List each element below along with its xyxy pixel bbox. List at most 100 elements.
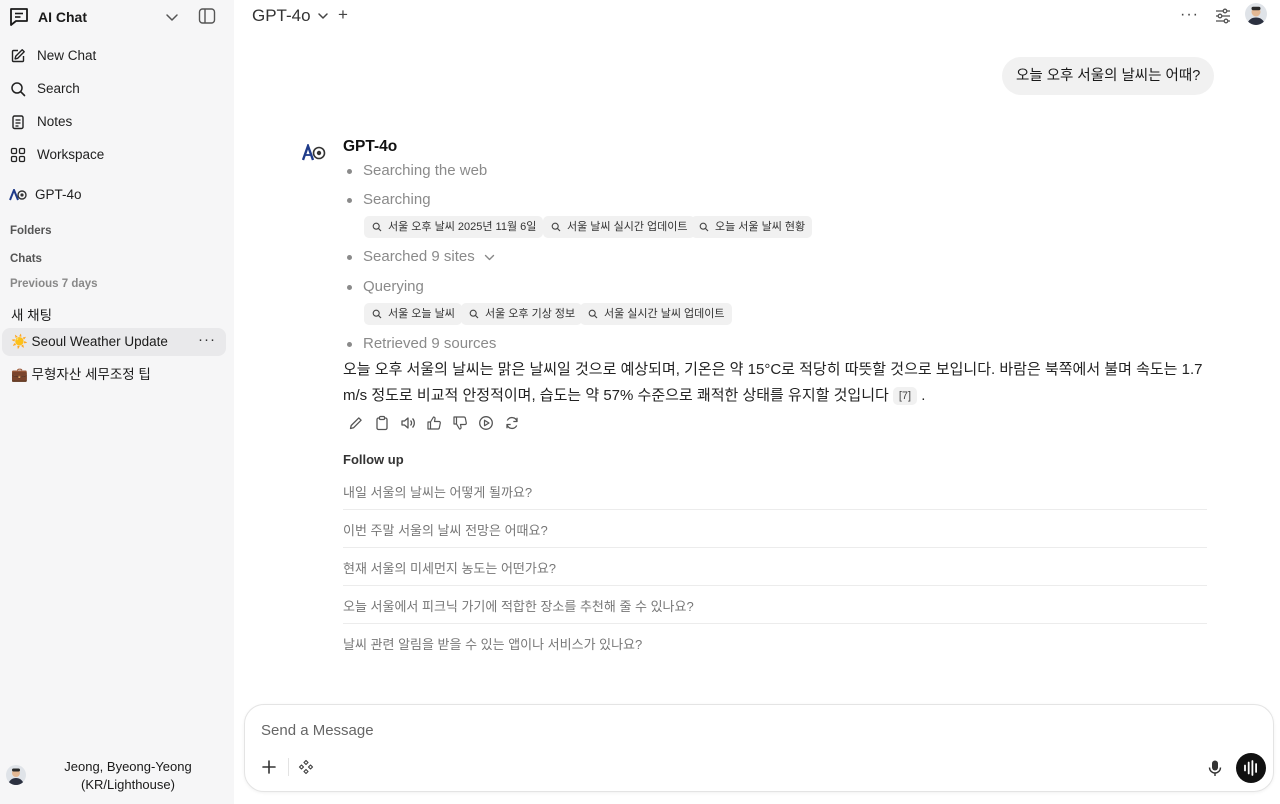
tools-icon[interactable] bbox=[298, 759, 314, 775]
chevron-down-icon[interactable] bbox=[164, 9, 180, 25]
chevron-down-icon bbox=[483, 251, 496, 264]
bullet-icon bbox=[347, 198, 352, 203]
step-label: Searching bbox=[363, 191, 431, 208]
chats-label[interactable]: Chats bbox=[10, 253, 42, 265]
chevron-down-icon[interactable] bbox=[316, 9, 330, 23]
settings-sliders-icon[interactable] bbox=[1214, 7, 1232, 25]
follow-up-title: Follow up bbox=[343, 452, 404, 467]
bullet-icon bbox=[347, 255, 352, 260]
follow-up-item[interactable]: 내일 서울의 날씨는 어떻게 될까요? bbox=[343, 472, 1207, 510]
follow-up-text: 이번 주말 서울의 날씨 전망은 어때요? bbox=[343, 523, 548, 538]
sidebar-model-item[interactable]: GPT-4o bbox=[6, 180, 228, 210]
more-options-button[interactable]: ··· bbox=[1180, 6, 1199, 24]
assistant-answer: 오늘 오후 서울의 날씨는 맑은 날씨일 것으로 예상되며, 기온은 약 15°… bbox=[343, 357, 1203, 409]
model-logo-icon bbox=[9, 189, 27, 201]
user-name-line1: Jeong, Byeong-Yeong bbox=[64, 759, 192, 774]
speaker-icon[interactable] bbox=[400, 415, 416, 431]
step-label: Searching the web bbox=[363, 162, 488, 179]
chat-item-label: ☀️ Seoul Weather Update bbox=[11, 334, 168, 349]
search-query-chip[interactable]: 오늘 서울 날씨 현황 bbox=[691, 216, 813, 238]
follow-up-text: 현재 서울의 미세먼지 농도는 어떤가요? bbox=[343, 561, 557, 576]
query-chip[interactable]: 서울 실시간 날씨 업데이트 bbox=[580, 303, 732, 325]
answer-end: . bbox=[921, 387, 926, 404]
follow-up-item[interactable]: 현재 서울의 미세먼지 농도는 어떤가요? bbox=[343, 548, 1207, 586]
voice-mode-icon[interactable] bbox=[1236, 753, 1266, 783]
user-message: 오늘 오후 서울의 날씨는 어때? bbox=[1002, 57, 1215, 95]
search-icon bbox=[10, 81, 26, 97]
chat-group-label: Previous 7 days bbox=[10, 278, 98, 290]
play-icon[interactable] bbox=[478, 415, 494, 431]
bullet-icon bbox=[347, 285, 352, 290]
follow-up-item[interactable]: 날씨 관련 알림을 받을 수 있는 앱이나 서비스가 있나요? bbox=[343, 624, 1207, 661]
sidebar-toggle-icon[interactable] bbox=[197, 6, 217, 26]
citation-badge[interactable]: [7] bbox=[892, 387, 918, 405]
avatar[interactable] bbox=[1245, 3, 1267, 25]
chip-label: 서울 오늘 날씨 bbox=[388, 308, 455, 320]
avatar bbox=[6, 765, 26, 785]
message-composer: Send a Message bbox=[244, 704, 1274, 792]
sidebar: AI Chat New Chat Search Notes Workspace bbox=[0, 0, 234, 804]
workspace-label: Workspace bbox=[37, 147, 105, 162]
chip-label: 서울 실시간 날씨 업데이트 bbox=[604, 308, 725, 320]
search-icon bbox=[372, 309, 382, 319]
thumbs-down-icon[interactable] bbox=[452, 415, 468, 431]
sidebar-model-label: GPT-4o bbox=[35, 187, 82, 202]
clipboard-icon[interactable] bbox=[374, 415, 390, 431]
message-input[interactable]: Send a Message bbox=[261, 722, 374, 739]
thumbs-up-icon[interactable] bbox=[426, 415, 442, 431]
follow-up-item[interactable]: 오늘 서울에서 피크닉 가기에 적합한 장소를 추천해 줄 수 있나요? bbox=[343, 586, 1207, 624]
chat-item[interactable]: 💼 무형자산 세무조정 팁 bbox=[2, 357, 226, 385]
chat-item-active[interactable]: ☀️ Seoul Weather Update ··· bbox=[2, 328, 226, 356]
follow-up-text: 내일 서울의 날씨는 어떻게 될까요? bbox=[343, 485, 533, 500]
notes-button[interactable]: Notes bbox=[6, 107, 228, 137]
app-title[interactable]: AI Chat bbox=[38, 9, 87, 25]
pencil-icon[interactable] bbox=[348, 415, 364, 431]
search-query-chip[interactable]: 서울 날씨 실시간 업데이트 bbox=[543, 216, 695, 238]
search-icon bbox=[588, 309, 598, 319]
follow-up-item[interactable]: 이번 주말 서울의 날씨 전망은 어때요? bbox=[343, 510, 1207, 548]
user-name: Jeong, Byeong-Yeong (KR/Lighthouse) bbox=[40, 758, 216, 794]
chat-item[interactable]: 새 채팅 bbox=[2, 298, 226, 326]
query-chip[interactable]: 서울 오후 기상 정보 bbox=[461, 303, 583, 325]
edit-icon bbox=[10, 48, 26, 64]
model-logo-icon bbox=[302, 144, 326, 162]
answer-text: 오늘 오후 서울의 날씨는 맑은 날씨일 것으로 예상되며, 기온은 약 15°… bbox=[343, 361, 1203, 404]
folders-label[interactable]: Folders bbox=[10, 225, 52, 237]
workspace-button[interactable]: Workspace bbox=[6, 140, 228, 170]
workspace-icon bbox=[10, 147, 26, 163]
chip-label: 서울 오후 기상 정보 bbox=[485, 308, 576, 320]
search-icon bbox=[372, 222, 382, 232]
divider bbox=[288, 758, 289, 776]
step-label: Retrieved 9 sources bbox=[363, 335, 497, 352]
mic-icon[interactable] bbox=[1207, 759, 1223, 777]
search-query-chip[interactable]: 서울 오후 날씨 2025년 11월 6일 bbox=[364, 216, 544, 238]
new-chat-button[interactable]: New Chat bbox=[6, 41, 228, 71]
query-chip[interactable]: 서울 오늘 날씨 bbox=[364, 303, 462, 325]
chip-label: 서울 오후 날씨 2025년 11월 6일 bbox=[388, 221, 537, 233]
add-model-button[interactable]: + bbox=[338, 5, 348, 25]
sidebar-header: AI Chat bbox=[0, 0, 234, 34]
chat-more-icon[interactable]: ··· bbox=[198, 331, 216, 348]
model-selector[interactable]: GPT-4o bbox=[252, 6, 311, 26]
chip-label: 서울 날씨 실시간 업데이트 bbox=[567, 221, 688, 233]
step-label: Querying bbox=[363, 278, 424, 295]
chip-label: 오늘 서울 날씨 현황 bbox=[715, 221, 806, 233]
bullet-icon bbox=[347, 169, 352, 174]
chat-item-label: 새 채팅 bbox=[11, 308, 53, 323]
user-name-line2: (KR/Lighthouse) bbox=[81, 777, 175, 792]
step-label: Searched 9 sites bbox=[363, 248, 475, 265]
follow-up-text: 날씨 관련 알림을 받을 수 있는 앱이나 서비스가 있나요? bbox=[343, 637, 643, 652]
plus-icon[interactable] bbox=[260, 758, 278, 776]
search-icon bbox=[699, 222, 709, 232]
search-button[interactable]: Search bbox=[6, 74, 228, 104]
new-chat-label: New Chat bbox=[37, 48, 97, 63]
search-icon bbox=[469, 309, 479, 319]
regenerate-icon[interactable] bbox=[504, 415, 520, 431]
user-profile-button[interactable]: Jeong, Byeong-Yeong (KR/Lighthouse) bbox=[0, 752, 234, 804]
chat-bubble-icon[interactable] bbox=[8, 6, 30, 28]
search-label: Search bbox=[37, 81, 80, 96]
notes-icon bbox=[10, 114, 26, 130]
chat-item-label: 💼 무형자산 세무조정 팁 bbox=[11, 367, 151, 382]
search-icon bbox=[551, 222, 561, 232]
notes-label: Notes bbox=[37, 114, 73, 129]
